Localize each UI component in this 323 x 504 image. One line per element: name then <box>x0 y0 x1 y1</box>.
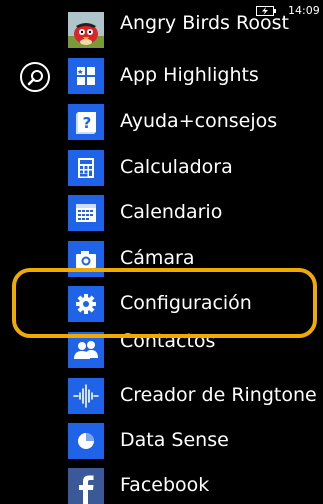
app-label: Calendario <box>120 201 223 223</box>
app-label: Calculadora <box>120 156 233 178</box>
contacts-tile <box>68 332 104 368</box>
gear-icon <box>76 294 96 314</box>
app-label: Configuración <box>120 292 252 314</box>
settings-tile <box>68 286 104 322</box>
app-highlights-tile <box>68 58 104 94</box>
app-item-creador-de-ringtone[interactable]: Creador de Ringtone <box>68 378 323 414</box>
app-list: Angry Birds Roost App Highlights ? Ayuda… <box>0 0 323 504</box>
data-sense-tile <box>68 423 104 459</box>
calculator-tile <box>68 150 104 186</box>
calendar-tile <box>68 195 104 231</box>
app-item-calculadora[interactable]: Calculadora <box>68 150 323 186</box>
ringtone-tile <box>68 378 104 414</box>
angry-birds-icon <box>68 12 104 48</box>
facebook-tile <box>68 468 104 504</box>
app-label: Ayuda+consejos <box>120 110 278 132</box>
app-label: Contactos <box>120 330 216 352</box>
app-label: App Highlights <box>120 64 259 86</box>
help-icon: ? <box>76 112 96 134</box>
app-label: Cámara <box>120 247 195 269</box>
camera-tile <box>68 241 104 277</box>
app-label: Data Sense <box>120 429 229 451</box>
data-sense-icon <box>78 433 94 449</box>
help-tile: ? <box>68 104 104 140</box>
people-icon <box>74 341 98 359</box>
app-item-data-sense[interactable]: Data Sense <box>68 423 323 459</box>
angry-birds-tile <box>68 12 104 48</box>
app-item-angry-birds-roost[interactable]: Angry Birds Roost <box>68 12 323 48</box>
app-label: Creador de Ringtone <box>120 384 317 406</box>
app-highlights-icon <box>77 67 95 85</box>
camera-icon <box>76 251 96 268</box>
app-item-calendario[interactable]: Calendario <box>68 195 323 231</box>
app-item-contactos[interactable]: Contactos <box>68 330 323 368</box>
app-label: Angry Birds Roost <box>120 12 289 34</box>
calculator-icon <box>78 158 94 178</box>
app-item-configuracion[interactable]: Configuración <box>68 286 323 322</box>
app-item-app-highlights[interactable]: App Highlights <box>68 58 323 94</box>
app-item-facebook[interactable]: Facebook <box>68 468 323 504</box>
ringtone-icon <box>73 384 99 408</box>
calendar-icon <box>76 204 96 222</box>
app-label: Facebook <box>120 474 210 496</box>
svg-text:?: ? <box>83 114 92 132</box>
app-item-camara[interactable]: Cámara <box>68 241 323 277</box>
app-item-ayuda-consejos[interactable]: ? Ayuda+consejos <box>68 104 323 140</box>
facebook-icon <box>68 468 104 504</box>
